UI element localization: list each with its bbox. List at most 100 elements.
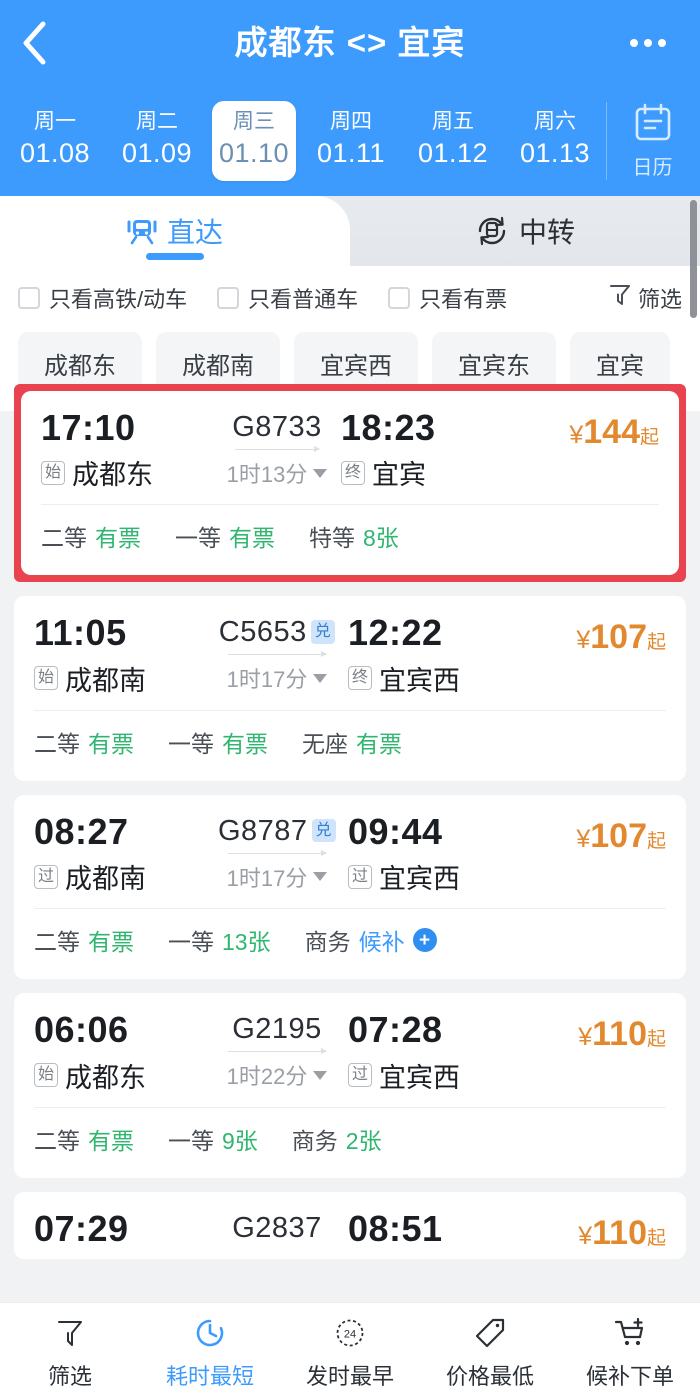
arrival-station-badge: 终 xyxy=(348,666,373,691)
24hour-icon: 24 xyxy=(280,1313,420,1353)
departure-station-badge: 始 xyxy=(41,460,66,485)
svg-text:24: 24 xyxy=(344,1328,356,1340)
back-button[interactable] xyxy=(0,0,70,86)
bottom-nav-lowest-price[interactable]: 价格最低 xyxy=(420,1313,560,1391)
date-item-2-selected[interactable]: 周三 01.10 xyxy=(212,101,296,181)
date-item-1[interactable]: 周二 01.09 xyxy=(106,101,208,180)
bottom-nav-waitlist-order[interactable]: 候补下单 xyxy=(560,1313,700,1391)
chevron-down-icon[interactable] xyxy=(313,468,328,478)
tab-transfer-label: 中转 xyxy=(518,217,575,248)
duration-text[interactable]: 1时13分 xyxy=(227,457,328,489)
train-card[interactable]: 07:29 G2837 08:51 ¥110起 xyxy=(14,1191,686,1259)
price-amount: 107 xyxy=(590,816,647,855)
departure-time: 07:29 xyxy=(34,1207,129,1249)
price-suffix: 起 xyxy=(646,632,666,654)
filter-button[interactable]: 筛选 xyxy=(609,282,682,314)
bottom-nav-shortest-duration[interactable]: 耗时最短 xyxy=(140,1313,280,1391)
checkbox-label: 只看普通车 xyxy=(248,287,359,312)
arrival-time: 12:22 xyxy=(348,612,443,654)
price: ¥110起 xyxy=(520,1015,666,1054)
departure-station-name: 成都南 xyxy=(65,665,147,696)
seat-item[interactable]: 二等 有票 xyxy=(34,725,134,759)
seat-item-waitlist[interactable]: 商务 候补 + xyxy=(305,923,437,957)
date-dow: 周二 xyxy=(136,110,178,134)
seat-availability: 有票 xyxy=(88,1127,134,1154)
train-card-wrap[interactable]: 08:27 过 成都南 G8787 兑 1时17分 09:44 过 宜宾西 ¥1… xyxy=(14,794,686,980)
train-card-top: 11:05 始 成都南 C5653 兑 1时17分 12:22 终 宜宾西 ¥1… xyxy=(34,612,666,697)
calendar-button[interactable]: 日历 xyxy=(606,102,692,180)
train-card-wrap[interactable]: 11:05 始 成都南 C5653 兑 1时17分 12:22 终 宜宾西 ¥1… xyxy=(14,596,686,781)
duration-rule xyxy=(228,1048,327,1055)
bottom-nav-filter[interactable]: 筛选 xyxy=(0,1313,140,1391)
chevron-down-icon[interactable] xyxy=(313,872,328,882)
train-card[interactable]: 06:06 始 成都东 G2195 1时22分 07:28 过 宜宾西 ¥110… xyxy=(14,993,686,1178)
plus-circle-icon[interactable]: + xyxy=(412,928,437,953)
duration-text[interactable]: 1时17分 xyxy=(227,861,328,893)
duration-rule xyxy=(235,446,320,452)
checkbox-box[interactable] xyxy=(217,287,240,309)
duration-rule xyxy=(228,849,327,856)
duration-text[interactable]: 1时17分 xyxy=(227,662,328,694)
train-card-selected[interactable]: 17:10 始 成都东 G8733 1时13分 18:23 终 宜宾 ¥144起… xyxy=(14,384,686,583)
currency-symbol: ¥ xyxy=(576,626,591,655)
train-card[interactable]: 11:05 始 成都南 C5653 兑 1时17分 12:22 终 宜宾西 ¥1… xyxy=(14,596,686,781)
seat-item[interactable]: 二等 有票 xyxy=(34,923,134,957)
seat-item[interactable]: 特等 8张 xyxy=(309,519,399,553)
date-number: 01.08 xyxy=(19,138,91,169)
train-card-wrap[interactable]: 06:06 始 成都东 G2195 1时22分 07:28 过 宜宾西 ¥110… xyxy=(14,993,686,1178)
train-middle-block[interactable]: G8733 1时13分 xyxy=(213,407,341,489)
seat-item[interactable]: 一等 13张 xyxy=(168,923,271,957)
seat-item[interactable]: 无座 有票 xyxy=(302,725,402,759)
date-item-4[interactable]: 周五 01.12 xyxy=(402,101,504,180)
tab-direct-label: 直达 xyxy=(166,217,223,248)
train-number: G2837 xyxy=(232,1212,322,1245)
date-item-3[interactable]: 周四 01.11 xyxy=(300,101,402,180)
bottom-nav-label: 耗时最短 xyxy=(165,1363,254,1389)
seat-availability: 2张 xyxy=(345,1127,382,1154)
chevron-down-icon[interactable] xyxy=(313,1070,328,1080)
checkbox-label: 只看有票 xyxy=(419,287,508,312)
checkbox-box[interactable] xyxy=(18,287,40,309)
seat-item[interactable]: 一等 有票 xyxy=(175,519,275,553)
seat-availability: 有票 xyxy=(229,525,275,552)
date-item-5[interactable]: 周六 01.13 xyxy=(504,101,606,180)
duration-rule xyxy=(228,651,327,658)
price: ¥144起 xyxy=(513,413,659,452)
train-card[interactable]: 08:27 过 成都南 G8787 兑 1时17分 09:44 过 宜宾西 ¥1… xyxy=(14,794,686,980)
tab-transfer[interactable]: 中转 xyxy=(350,196,700,266)
bottom-nav-earliest-departure[interactable]: 24 发时最早 xyxy=(280,1313,420,1391)
calendar-label: 日历 xyxy=(632,157,673,179)
nav-bar: 成都东 <> 宜宾 xyxy=(0,0,700,86)
tab-direct[interactable]: 直达 xyxy=(0,196,350,266)
seat-item[interactable]: 一等 有票 xyxy=(168,725,268,759)
price-suffix: 起 xyxy=(639,427,659,448)
seat-item[interactable]: 商务 2张 xyxy=(292,1122,382,1156)
chevron-down-icon[interactable] xyxy=(313,673,328,683)
seat-item[interactable]: 一等 9张 xyxy=(168,1122,258,1156)
date-item-0[interactable]: 周一 01.08 xyxy=(4,101,106,180)
train-card-wrap-partial[interactable]: 07:29 G2837 08:51 ¥110起 xyxy=(14,1191,686,1259)
seat-item[interactable]: 二等 有票 xyxy=(34,1122,134,1156)
seat-class: 无座 xyxy=(302,730,348,757)
train-middle-block[interactable]: G8787 兑 1时17分 xyxy=(206,811,348,893)
train-middle-block[interactable]: C5653 兑 1时17分 xyxy=(206,612,348,694)
price: ¥107起 xyxy=(520,817,666,856)
arrival-time: 18:23 xyxy=(341,407,436,448)
train-middle-block[interactable]: G2837 xyxy=(206,1208,348,1245)
checkbox-high-speed[interactable]: 只看高铁/动车 xyxy=(18,282,187,314)
vertical-scrollbar[interactable] xyxy=(690,200,697,318)
duration-text[interactable]: 1时22分 xyxy=(227,1059,328,1091)
date-dow: 周一 xyxy=(34,110,76,134)
checkbox-has-tickets[interactable]: 只看有票 xyxy=(388,282,507,314)
train-middle-block[interactable]: G2195 1时22分 xyxy=(206,1009,348,1091)
train-card[interactable]: 17:10 始 成都东 G8733 1时13分 18:23 终 宜宾 ¥144起… xyxy=(21,391,679,576)
price-block: ¥107起 xyxy=(520,612,666,657)
seat-item[interactable]: 二等 有票 xyxy=(41,519,141,553)
checkbox-normal-train[interactable]: 只看普通车 xyxy=(217,282,358,314)
train-number-text: G8733 xyxy=(232,411,322,443)
checkbox-box[interactable] xyxy=(388,287,411,309)
more-options-button[interactable] xyxy=(618,0,678,86)
currency-symbol: ¥ xyxy=(576,824,591,853)
arrival-station-line: 过 宜宾西 xyxy=(348,1056,520,1095)
train-list: 17:10 始 成都东 G8733 1时13分 18:23 终 宜宾 ¥144起… xyxy=(0,384,700,1302)
